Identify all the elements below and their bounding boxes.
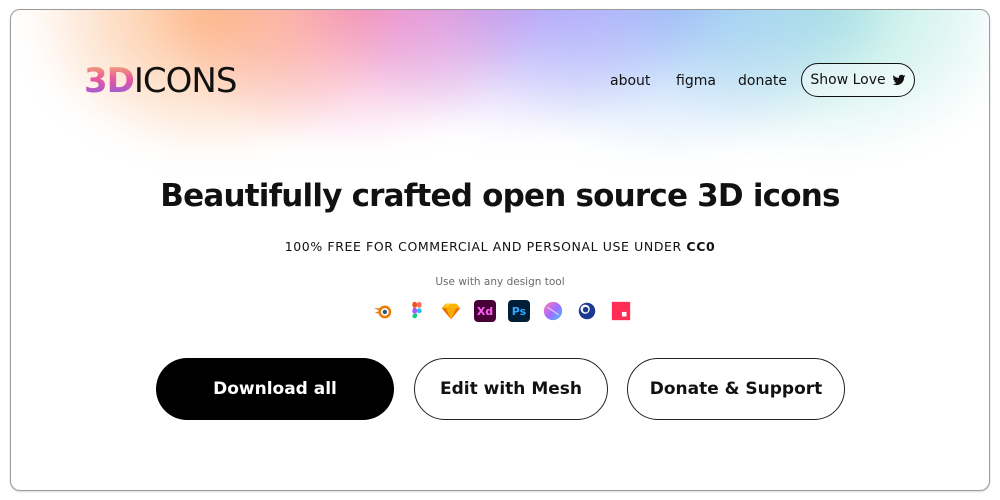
spline-icon[interactable] [542, 300, 564, 322]
show-love-button[interactable]: Show Love [801, 63, 915, 97]
license-subheading: 100% FREE FOR COMMERCIAL AND PERSONAL US… [11, 239, 989, 254]
design-tool-icons: Xd Ps [372, 300, 632, 322]
site-logo[interactable]: 3DICONS [84, 61, 238, 101]
logo-3d-mark: 3D [84, 61, 135, 101]
tools-caption: Use with any design tool [435, 276, 565, 288]
twitter-bird-icon [892, 74, 906, 86]
nav-about-link[interactable]: about [610, 73, 650, 89]
sketch-icon[interactable] [440, 300, 462, 322]
edit-with-mesh-button[interactable]: Edit with Mesh [414, 358, 608, 420]
xd-icon-text: Xd [476, 304, 494, 318]
adobe-xd-icon[interactable]: Xd [474, 300, 496, 322]
page-headline: Beautifully crafted open source 3D icons [160, 178, 840, 214]
blender-icon[interactable] [372, 300, 394, 322]
logo-wordmark: ICONS [133, 61, 238, 101]
license-name: CC0 [686, 239, 716, 254]
donate-support-button[interactable]: Donate & Support [627, 358, 845, 420]
photoshop-icon[interactable]: Ps [508, 300, 530, 322]
nav-figma-link[interactable]: figma [676, 73, 716, 89]
download-all-button[interactable]: Download all [156, 358, 394, 420]
ps-icon-text: Ps [511, 304, 527, 318]
subhead-text: 100% FREE FOR COMMERCIAL AND PERSONAL US… [284, 239, 687, 254]
show-love-label: Show Love [810, 72, 886, 88]
vectary-icon[interactable] [610, 300, 632, 322]
cinema4d-icon[interactable] [576, 300, 598, 322]
nav-donate-link[interactable]: donate [738, 73, 787, 89]
figma-icon[interactable] [406, 300, 428, 322]
browser-frame: 3DICONS about figma donate Show Love Bea… [10, 9, 990, 491]
